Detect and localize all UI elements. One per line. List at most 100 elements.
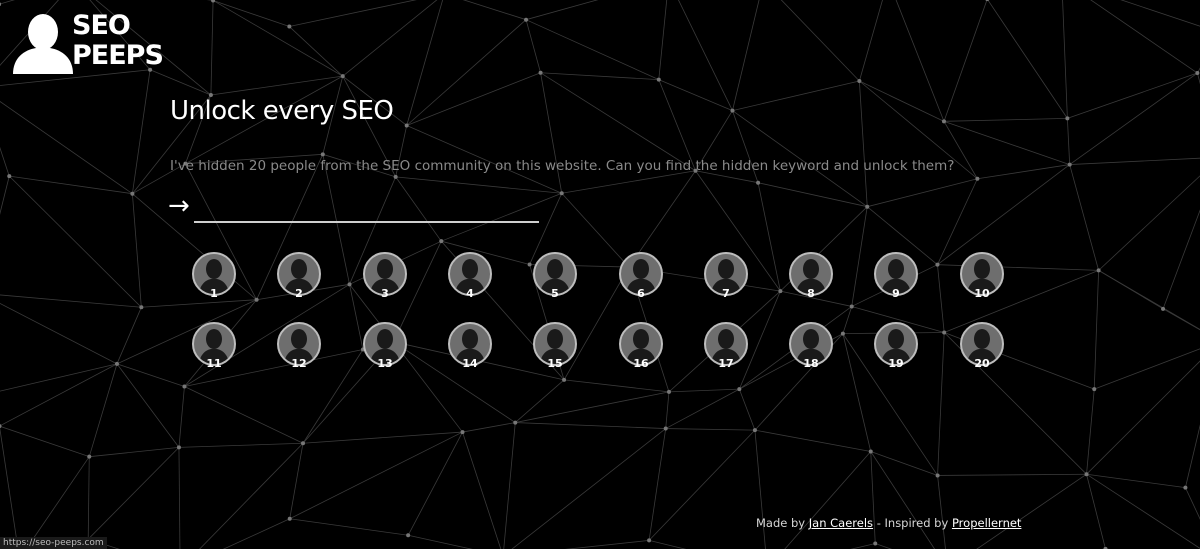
network-line [89, 446, 179, 458]
network-node [730, 108, 735, 113]
logo-line-2: PEEPS [72, 40, 164, 71]
peeps-grid: 1 2 3 4 5 6 7 8 9 10 11 12 13 14 15 16 17 18 19 20 [192, 252, 1022, 382]
network-node [737, 387, 742, 392]
network-line [1066, 118, 1071, 165]
peep-number: 19 [888, 357, 904, 370]
network-node [666, 389, 671, 394]
network-node [340, 74, 345, 79]
network-line [732, 80, 860, 111]
peep-avatar-button[interactable]: 19 [874, 322, 920, 374]
network-line [210, 75, 343, 96]
network-line [943, 0, 988, 122]
network-node [513, 420, 518, 425]
peep-avatar-button[interactable]: 7 [704, 252, 750, 304]
network-line [784, 451, 872, 549]
network-line [408, 534, 473, 549]
peep-number: 8 [807, 287, 815, 300]
network-line [88, 363, 118, 457]
network-line [525, 19, 541, 73]
network-line [1094, 348, 1200, 390]
network-line [116, 363, 185, 387]
network-line [0, 0, 16, 5]
network-node [406, 533, 411, 538]
peep-avatar-button[interactable]: 18 [789, 322, 835, 374]
network-line [0, 294, 142, 308]
peep-avatar-button[interactable]: 5 [533, 252, 579, 304]
network-line [1086, 473, 1200, 549]
peep-number: 3 [381, 287, 389, 300]
peep-number: 14 [462, 357, 478, 370]
network-node [114, 361, 119, 366]
network-node [393, 174, 398, 179]
network-node [460, 430, 465, 435]
footer-separator: - Inspired by [873, 516, 952, 530]
network-line [1162, 209, 1200, 309]
peep-avatar-button[interactable]: 6 [619, 252, 665, 304]
network-line [178, 442, 304, 448]
network-line [407, 431, 463, 536]
network-line [210, 0, 214, 96]
peep-avatar-button[interactable]: 20 [960, 322, 1006, 374]
author-link[interactable]: Jan Caerels [809, 516, 873, 530]
network-node [857, 79, 862, 84]
network-node [182, 384, 187, 389]
network-line [503, 422, 516, 549]
network-line [462, 422, 516, 433]
peep-avatar-button[interactable]: 14 [448, 322, 494, 374]
network-line [649, 540, 687, 549]
network-node [1195, 71, 1200, 76]
peep-avatar-button[interactable]: 3 [363, 252, 409, 304]
network-line [178, 386, 185, 448]
peep-number: 16 [633, 357, 649, 370]
peep-avatar-button[interactable]: 13 [363, 322, 409, 374]
network-line [406, 0, 444, 126]
network-line [858, 0, 883, 82]
network-line [540, 72, 563, 194]
logo-text: SEO PEEPS [72, 11, 164, 71]
peep-avatar-button[interactable]: 2 [277, 252, 323, 304]
keyword-input[interactable] [194, 197, 539, 223]
network-line [561, 170, 696, 194]
network-line [289, 431, 463, 520]
peep-avatar-button[interactable]: 4 [448, 252, 494, 304]
network-line [184, 386, 304, 444]
network-node [176, 445, 181, 450]
peep-avatar-button[interactable]: 12 [277, 322, 323, 374]
peep-number: 4 [466, 287, 474, 300]
peep-avatar-button[interactable]: 10 [960, 252, 1006, 304]
network-node [873, 541, 878, 546]
network-line [1086, 474, 1106, 549]
peep-avatar-button[interactable]: 17 [704, 322, 750, 374]
network-line [859, 80, 945, 122]
peep-avatar-button[interactable]: 8 [789, 252, 835, 304]
network-line [511, 428, 666, 549]
network-node [647, 538, 652, 543]
peep-number: 10 [974, 287, 990, 300]
network-line [1062, 0, 1068, 119]
status-bar-url: https://seo-peeps.com [0, 537, 107, 549]
network-line [943, 117, 1068, 122]
inspired-by-link[interactable]: Propellernet [952, 516, 1021, 530]
peep-avatar-button[interactable]: 9 [874, 252, 920, 304]
network-line [875, 543, 893, 549]
peep-number: 1 [210, 287, 218, 300]
peep-avatar-button[interactable]: 11 [192, 322, 238, 374]
peep-avatar-button[interactable]: 16 [619, 322, 665, 374]
network-line [0, 427, 19, 549]
peep-number: 2 [295, 287, 303, 300]
network-line [870, 451, 938, 476]
logo[interactable]: SEO PEEPS [10, 8, 175, 78]
network-line [1067, 72, 1198, 119]
network-line [1086, 389, 1095, 475]
peep-number: 18 [803, 357, 819, 370]
network-line [1098, 175, 1200, 271]
network-node [663, 426, 668, 431]
peep-avatar-button[interactable]: 1 [192, 252, 238, 304]
network-node [756, 180, 761, 185]
network-line [1162, 308, 1200, 331]
network-line [665, 428, 755, 431]
network-line [648, 428, 667, 541]
peep-avatar-button[interactable]: 15 [533, 322, 579, 374]
network-line [395, 176, 562, 194]
network-line [131, 193, 142, 308]
